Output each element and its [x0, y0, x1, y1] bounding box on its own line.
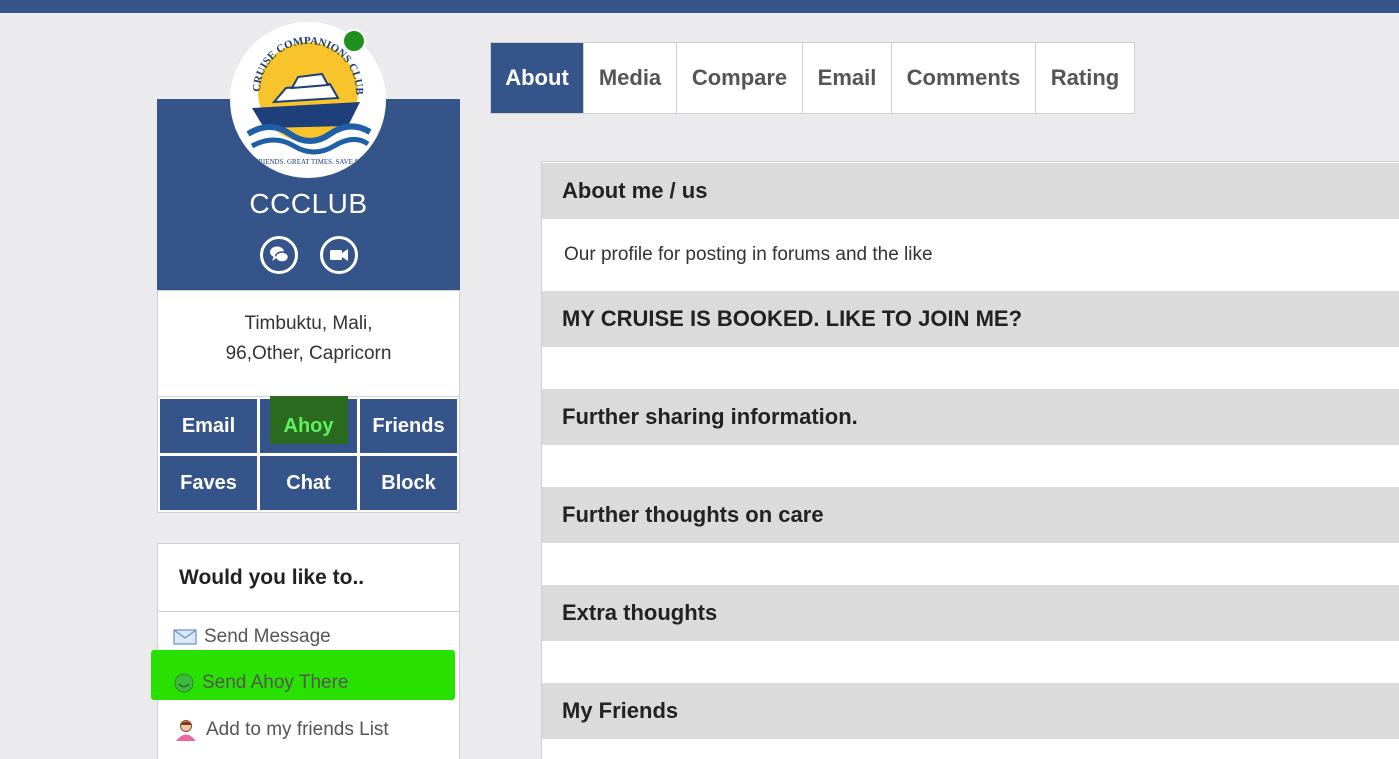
- would-you-like-title: Would you like to..: [158, 544, 459, 612]
- email-button[interactable]: Email: [160, 399, 257, 453]
- online-status-dot: [342, 29, 366, 53]
- chat-bubble-icon[interactable]: [259, 236, 298, 274]
- section-about-me: About me / us: [542, 163, 1399, 219]
- tab-comments[interactable]: Comments: [892, 43, 1036, 113]
- logo-tagline: FRIENDS. GREAT TIMES. SAVE $$: [254, 158, 362, 166]
- smiley-icon: [174, 673, 194, 693]
- section-further-thoughts: Further thoughts on care: [542, 487, 1399, 543]
- person-icon: [176, 720, 196, 741]
- section-extra-thoughts: Extra thoughts: [542, 585, 1399, 641]
- tab-email[interactable]: Email: [803, 43, 892, 113]
- about-content-panel: About me / us Our profile for posting in…: [541, 161, 1399, 759]
- profile-username: CCCLUB: [249, 188, 368, 219]
- video-camera-icon[interactable]: [319, 236, 358, 274]
- profile-location: Timbuktu, Mali, 96,Other, Capricorn: [157, 290, 460, 397]
- send-ahoy-link[interactable]: Send Ahoy There: [173, 672, 348, 694]
- add-friend-link[interactable]: Add to my friends List: [173, 718, 389, 742]
- section-about-me-body: Our profile for posting in forums and th…: [564, 244, 933, 265]
- block-button[interactable]: Block: [360, 456, 457, 510]
- profile-tabs: About Media Compare Email Comments Ratin…: [490, 42, 1135, 114]
- friends-button[interactable]: Friends: [360, 399, 457, 453]
- chat-button[interactable]: Chat: [260, 456, 357, 510]
- location-line-2: 96,Other, Capricorn: [225, 343, 392, 364]
- envelope-icon: [173, 629, 197, 645]
- tab-media[interactable]: Media: [584, 43, 677, 113]
- tab-rating[interactable]: Rating: [1036, 43, 1134, 113]
- ahoy-button[interactable]: Ahoy: [260, 396, 357, 453]
- would-you-like-panel: Would you like to.. Send Message Send Ah…: [151, 543, 460, 759]
- section-my-friends: My Friends: [542, 683, 1399, 739]
- location-line-1: Timbuktu, Mali,: [244, 313, 373, 334]
- tab-compare[interactable]: Compare: [677, 43, 803, 113]
- top-bar: [0, 0, 1399, 13]
- section-further-sharing: Further sharing information.: [542, 389, 1399, 445]
- profile-action-grid: Email Ahoy Friends Faves Chat Block: [157, 396, 460, 513]
- faves-button[interactable]: Faves: [160, 456, 257, 510]
- section-cruise-booked: MY CRUISE IS BOOKED. LIKE TO JOIN ME?: [542, 291, 1399, 347]
- send-message-link[interactable]: Send Message: [173, 626, 331, 648]
- tab-about[interactable]: About: [491, 43, 584, 113]
